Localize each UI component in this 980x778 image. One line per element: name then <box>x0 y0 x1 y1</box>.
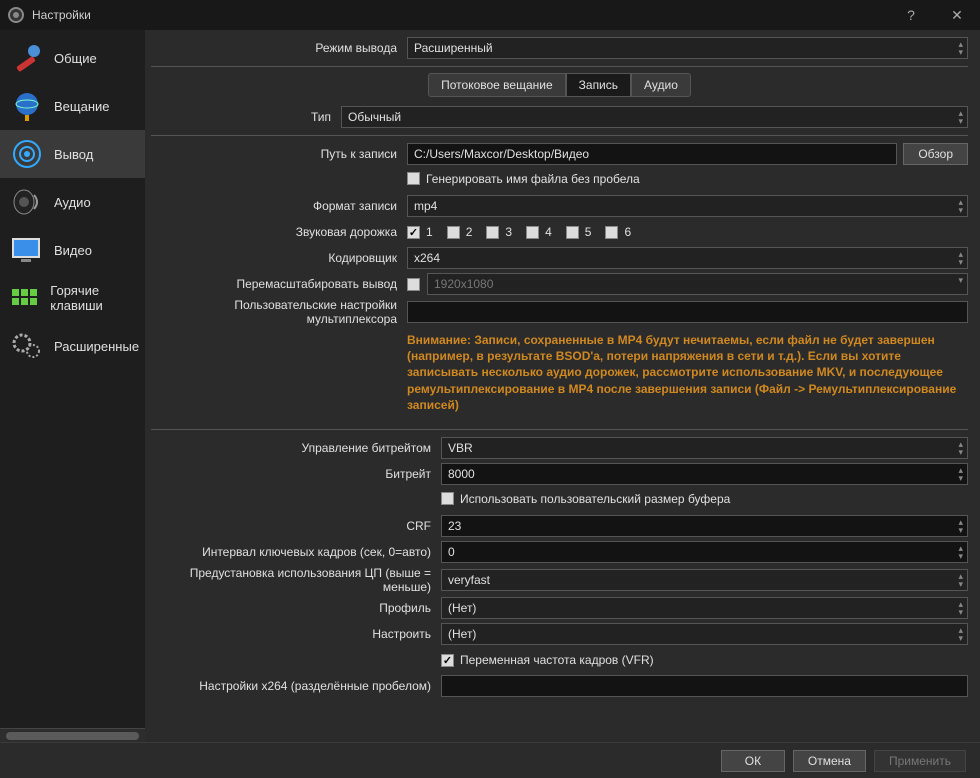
sidebar-item-label: Общие <box>54 51 97 66</box>
track-2-checkbox[interactable]: 2 <box>447 225 473 239</box>
label-audio-track: Звуковая дорожка <box>151 225 407 239</box>
encoder-select[interactable]: x264▴▾ <box>407 247 968 269</box>
app-icon <box>8 7 24 23</box>
tab-streaming[interactable]: Потоковое вещание <box>428 73 566 97</box>
format-select[interactable]: mp4▴▾ <box>407 195 968 217</box>
label-keyframe: Интервал ключевых кадров (сек, 0=авто) <box>151 545 441 559</box>
ok-button[interactable]: ОК <box>721 750 785 772</box>
label-bitrate: Битрейт <box>151 467 441 481</box>
help-button[interactable]: ? <box>888 0 934 30</box>
x264opts-input[interactable] <box>441 675 968 697</box>
rescale-checkbox[interactable] <box>407 278 420 291</box>
track-6-checkbox[interactable]: 6 <box>605 225 631 239</box>
sidebar-item-label: Аудио <box>54 195 91 210</box>
browse-button[interactable]: Обзор <box>903 143 968 165</box>
label-output-mode: Режим вывода <box>151 41 407 55</box>
recording-path-input[interactable]: C:/Users/Maxcor/Desktop/Видео <box>407 143 897 165</box>
gears-icon <box>8 327 46 365</box>
divider <box>151 135 968 136</box>
speaker-icon <box>8 183 46 221</box>
cpu-preset-select[interactable]: veryfast▴▾ <box>441 569 968 591</box>
vfr-checkbox[interactable]: Переменная частота кадров (VFR) <box>441 653 654 667</box>
sidebar-item-stream[interactable]: Вещание <box>0 82 145 130</box>
label-crf: CRF <box>151 519 441 533</box>
label-x264opts: Настройки x264 (разделённые пробелом) <box>151 679 441 693</box>
tab-audio[interactable]: Аудио <box>631 73 691 97</box>
label-profile: Профиль <box>151 601 441 615</box>
sidebar-item-general[interactable]: Общие <box>0 34 145 82</box>
window-title: Настройки <box>32 8 91 22</box>
label-rate-control: Управление битрейтом <box>151 441 441 455</box>
track-1-checkbox[interactable]: 1 <box>407 225 433 239</box>
sidebar-item-label: Вывод <box>54 147 93 162</box>
mp4-warning: Внимание: Записи, сохраненные в MP4 буду… <box>407 328 968 423</box>
wrench-icon <box>8 39 46 77</box>
sidebar-item-audio[interactable]: Аудио <box>0 178 145 226</box>
custom-buffer-checkbox[interactable]: Использовать пользовательский размер буф… <box>441 492 730 506</box>
label-format: Формат записи <box>151 199 407 213</box>
cancel-button[interactable]: Отмена <box>793 750 866 772</box>
audio-tracks: 1 2 3 4 5 6 <box>407 225 968 239</box>
output-tabs: Потоковое вещание Запись Аудио <box>151 73 968 97</box>
globe-icon <box>8 87 46 125</box>
track-4-checkbox[interactable]: 4 <box>526 225 552 239</box>
sidebar-item-label: Расширенные <box>54 339 139 354</box>
sidebar: Общие Вещание Вывод Аудио Видео Горячие … <box>0 30 145 742</box>
broadcast-icon <box>8 135 46 173</box>
sidebar-scrollbar[interactable] <box>0 728 145 742</box>
track-3-checkbox[interactable]: 3 <box>486 225 512 239</box>
keyboard-icon <box>8 279 42 317</box>
rescale-select[interactable]: 1920x1080▾ <box>427 273 968 295</box>
track-5-checkbox[interactable]: 5 <box>566 225 592 239</box>
sidebar-item-label: Вещание <box>54 99 110 114</box>
label-muxer: Пользовательские настройки мультиплексор… <box>151 298 407 326</box>
tab-recording[interactable]: Запись <box>566 73 631 97</box>
label-cpu-preset: Предустановка использования ЦП (выше = м… <box>151 566 441 594</box>
tune-select[interactable]: (Нет)▴▾ <box>441 623 968 645</box>
label-recording-path: Путь к записи <box>151 147 407 161</box>
rate-control-select[interactable]: VBR▴▾ <box>441 437 968 459</box>
output-mode-select[interactable]: Расширенный▴▾ <box>407 37 968 59</box>
label-tune: Настроить <box>151 627 441 641</box>
sidebar-item-video[interactable]: Видео <box>0 226 145 274</box>
divider <box>151 429 968 430</box>
sidebar-item-label: Видео <box>54 243 92 258</box>
apply-button[interactable]: Применить <box>874 750 966 772</box>
label-encoder: Кодировщик <box>151 251 407 265</box>
divider <box>151 66 968 67</box>
monitor-icon <box>8 231 46 269</box>
sidebar-item-hotkeys[interactable]: Горячие клавиши <box>0 274 145 322</box>
content-area: Режим вывода Расширенный▴▾ Потоковое вещ… <box>145 30 980 742</box>
type-select[interactable]: Обычный▴▾ <box>341 106 968 128</box>
sidebar-item-output[interactable]: Вывод <box>0 130 145 178</box>
profile-select[interactable]: (Нет)▴▾ <box>441 597 968 619</box>
label-type: Тип <box>151 110 341 124</box>
titlebar: Настройки ? ✕ <box>0 0 980 30</box>
sidebar-item-advanced[interactable]: Расширенные <box>0 322 145 370</box>
bitrate-input[interactable]: 8000▴▾ <box>441 463 968 485</box>
sidebar-item-label: Горячие клавиши <box>50 283 145 313</box>
dialog-footer: ОК Отмена Применить <box>0 742 980 778</box>
label-rescale: Перемасштабировать вывод <box>151 277 407 291</box>
gen-filename-checkbox[interactable]: Генерировать имя файла без пробела <box>407 172 640 186</box>
keyframe-input[interactable]: 0▴▾ <box>441 541 968 563</box>
muxer-input[interactable] <box>407 301 968 323</box>
crf-input[interactable]: 23▴▾ <box>441 515 968 537</box>
close-button[interactable]: ✕ <box>934 0 980 30</box>
